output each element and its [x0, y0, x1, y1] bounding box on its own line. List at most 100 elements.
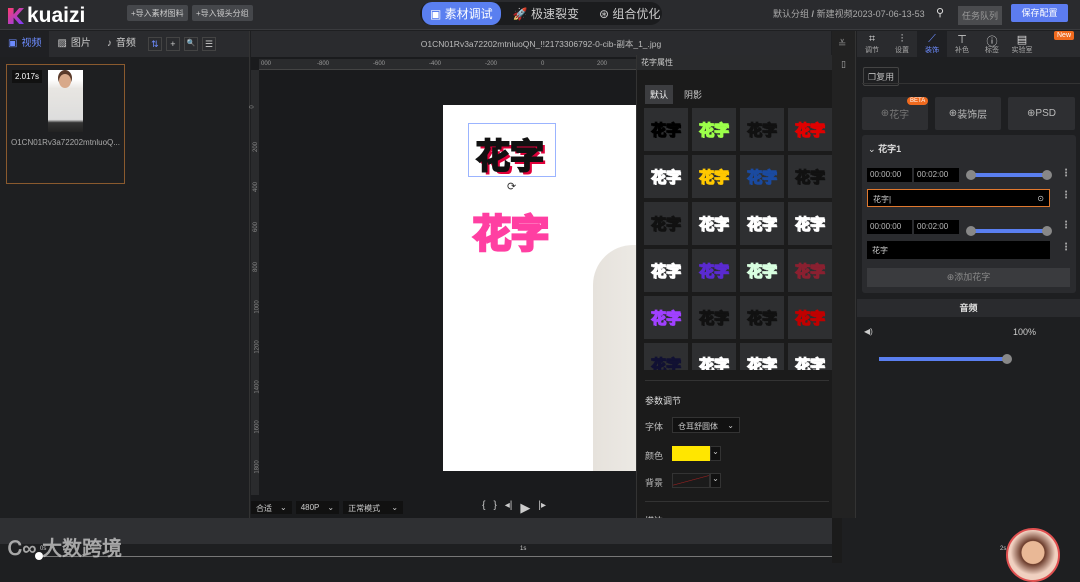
text-value: 花字	[872, 246, 888, 255]
tab-sliders[interactable]: ⫶ 设置	[887, 31, 917, 57]
mark-out-icon[interactable]: }	[493, 500, 496, 516]
huazi-style-option[interactable]: 花字	[644, 155, 688, 198]
tab-image[interactable]: ▨ 图片	[49, 31, 98, 57]
huazi-style-option[interactable]: 花字	[788, 343, 832, 370]
add-button[interactable]: +	[165, 37, 180, 51]
watermark-logo-icon: Ꮯ∞	[8, 538, 37, 560]
mode-material-debug[interactable]: ▣ 素材调试	[422, 2, 501, 25]
huazi-style-option[interactable]: 花字	[644, 108, 688, 151]
ruler-tick-label: -800	[317, 61, 330, 67]
trash-icon[interactable]: ▯	[841, 59, 846, 70]
tab-video[interactable]: ▣ 视频	[0, 31, 50, 57]
huazi-style-option[interactable]: 花字	[644, 296, 688, 339]
font-select[interactable]: 仓耳舒圆体 ⌄	[672, 417, 740, 433]
huazi-style-option[interactable]: 花字	[740, 249, 784, 292]
huazi-style-option[interactable]: 花字	[692, 249, 736, 292]
mode-select[interactable]: 正常模式 ⌄	[343, 501, 404, 514]
play-icon[interactable]: ▶	[520, 500, 530, 516]
next-frame-icon[interactable]: |▸	[538, 500, 546, 516]
mode-fast-split[interactable]: 🚀 极速裂变	[505, 2, 587, 25]
end-time-input[interactable]: 00:02:00	[914, 220, 959, 234]
tab-default[interactable]: 默认	[645, 85, 674, 104]
huazi-style-option[interactable]: 花字	[788, 296, 832, 339]
tab-crop[interactable]: ⌗ 调节	[857, 31, 887, 57]
mode-combo-optimize[interactable]: ⊛ 组合优化	[591, 2, 668, 25]
huazi-style-option[interactable]: 花字	[740, 343, 784, 370]
timeline-track[interactable]	[0, 518, 832, 544]
huazi-style-option[interactable]: 花字	[788, 249, 832, 292]
end-time-input[interactable]: 00:02:00	[914, 168, 959, 182]
huazi-style-option[interactable]: 花字	[740, 296, 784, 339]
huazi-style-option[interactable]: 花字	[740, 155, 784, 198]
tab-audio[interactable]: ♪ 音频	[99, 31, 144, 57]
huazi-style-option[interactable]: 花字	[692, 155, 736, 198]
slider-knob[interactable]	[1002, 354, 1012, 364]
canvas[interactable]: 花字 ⟳ 花字	[443, 105, 636, 471]
huazi-style-option[interactable]: 花字	[644, 343, 688, 370]
media-item[interactable]: 2.017s O1CN01Rv3a72202mtnluoQ...	[6, 64, 125, 184]
sliders-icon[interactable]: ≚	[838, 39, 846, 50]
more-icon[interactable]: ⋮	[1061, 220, 1071, 231]
tab-lab[interactable]: ▤ 实验室	[1007, 31, 1037, 57]
more-icon[interactable]: ⋮	[1061, 190, 1071, 201]
time-range-slider[interactable]	[966, 226, 1052, 236]
huazi-style-option[interactable]: 花字	[788, 108, 832, 151]
avatar[interactable]	[1006, 528, 1060, 582]
time-range-slider[interactable]	[966, 170, 1052, 180]
search-button[interactable]: 🔍	[183, 37, 198, 51]
group-header[interactable]: ⌄ 花字1	[868, 142, 901, 155]
more-icon[interactable]: ⋮	[1061, 168, 1071, 179]
slider-knob[interactable]	[966, 226, 976, 236]
slider-knob[interactable]	[1042, 226, 1052, 236]
import-shot-group-button[interactable]: +导入镜头分组	[192, 5, 253, 21]
time-axis	[40, 556, 832, 557]
import-material-button[interactable]: +导入素材图料	[127, 5, 188, 21]
start-time-input[interactable]: 00:00:00	[867, 168, 912, 182]
tab-wand[interactable]: ⟋ 装饰	[917, 31, 947, 57]
huazi-text-input[interactable]: 花字| ⊙	[867, 189, 1050, 207]
huazi-style-option[interactable]: 花字	[692, 202, 736, 245]
add-huazi-text-button[interactable]: ⊕添加花字	[867, 268, 1070, 287]
huazi-style-option[interactable]: 花字	[644, 202, 688, 245]
huazi-style-option[interactable]: 花字	[692, 296, 736, 339]
huazi-style-option[interactable]: 花字	[788, 202, 832, 245]
more-icon[interactable]: ⋮	[1061, 242, 1071, 253]
task-queue-button[interactable]: 任务队列	[958, 6, 1003, 25]
huazi-style-option[interactable]: 花字	[740, 108, 784, 151]
mark-in-icon[interactable]: {	[482, 500, 485, 516]
huazi-text-2[interactable]: 花字	[471, 203, 550, 258]
tab-label: 实验室	[1011, 47, 1033, 54]
clear-icon[interactable]: ⊙	[1037, 194, 1044, 203]
tab-shadow[interactable]: 阴影	[679, 85, 707, 104]
add-psd-button[interactable]: ⊕ PSD	[1008, 97, 1075, 130]
add-decoration-button[interactable]: ⊕ 装饰层	[935, 97, 1001, 130]
huazi-style-option[interactable]: 花字	[692, 108, 736, 151]
save-config-button[interactable]: 保存配置	[1011, 4, 1068, 22]
rotate-icon[interactable]: ⟳	[507, 180, 516, 193]
list-view-button[interactable]: ☰	[201, 37, 216, 51]
sort-button[interactable]: ⇅	[147, 37, 162, 51]
zoom-select[interactable]: 合适 ⌄	[251, 501, 292, 514]
huazi-style-option[interactable]: 花字	[644, 249, 688, 292]
tab-roller[interactable]: ⊤ 补色	[947, 31, 977, 57]
huazi-text-input[interactable]: 花字	[867, 241, 1050, 259]
breadcrumb-group[interactable]: 默认分组	[773, 9, 809, 19]
slider-knob[interactable]	[966, 170, 976, 180]
prev-frame-icon[interactable]: ◂|	[505, 500, 513, 516]
text-color-picker[interactable]: ⌄	[672, 446, 721, 461]
huazi-text-1[interactable]: 花字	[475, 129, 545, 178]
background-color-picker[interactable]: ⌄	[672, 473, 721, 488]
start-time-input[interactable]: 00:00:00	[867, 220, 912, 234]
chevron-down-icon: ⌄	[280, 503, 287, 512]
huazi-style-option[interactable]: 花字	[788, 155, 832, 198]
resolution-select[interactable]: 480P ⌄	[295, 501, 340, 514]
pin-icon[interactable]: ⚲	[936, 6, 944, 19]
volume-slider[interactable]	[879, 354, 1012, 364]
huazi-style-option[interactable]: 花字	[692, 343, 736, 370]
kuaizi-logo-icon	[8, 8, 24, 24]
slider-knob[interactable]	[1042, 170, 1052, 180]
tab-info[interactable]: ⓘ 标签	[977, 31, 1007, 57]
huazi-style-option[interactable]: 花字	[740, 202, 784, 245]
brand-logo[interactable]: kuaizi	[8, 4, 85, 28]
mode-label: 极速裂变	[530, 7, 579, 21]
